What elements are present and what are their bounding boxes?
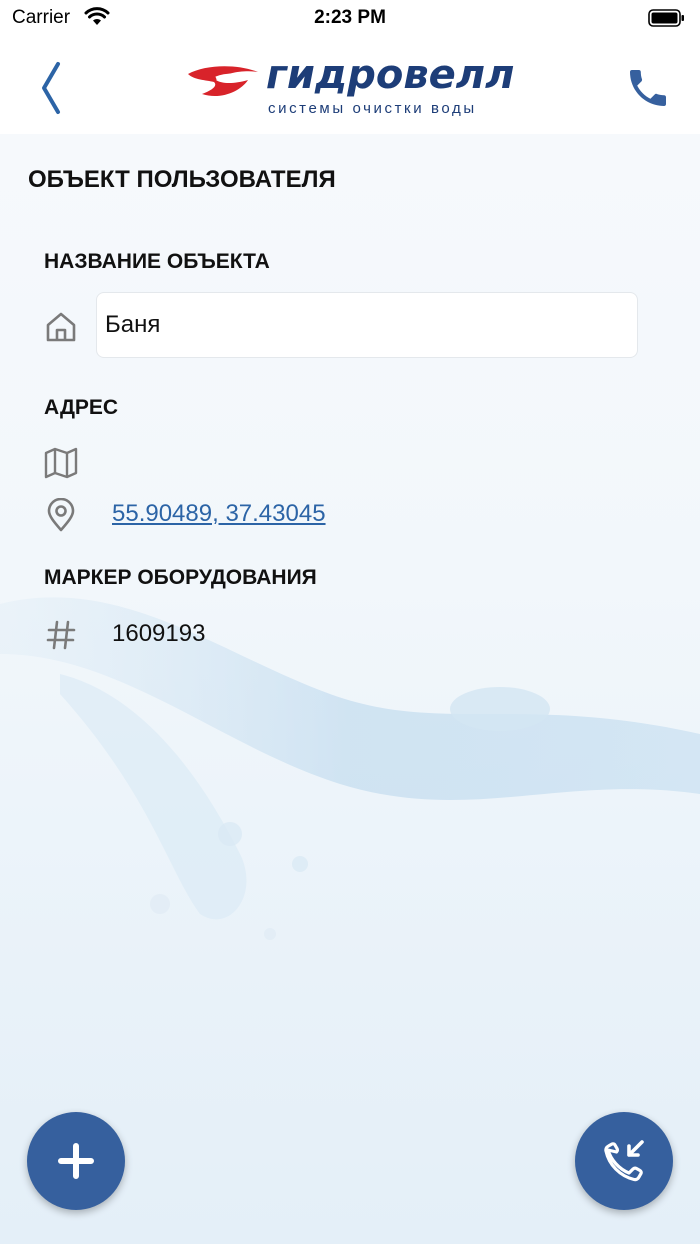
equipment-marker-label: МАРКЕР ОБОРУДОВАНИЯ xyxy=(44,566,317,589)
coordinates-link[interactable]: 55.90489, 37.43045 xyxy=(112,500,326,528)
chevron-left-icon xyxy=(42,62,60,114)
map-icon xyxy=(44,446,78,480)
equipment-marker-value: 1609193 xyxy=(112,620,206,647)
hash-icon xyxy=(44,618,78,652)
object-name-label: НАЗВАНИЕ ОБЪЕКТА xyxy=(44,250,270,273)
incoming-call-icon xyxy=(604,1140,644,1182)
navigation-bar: гидровелл системы очистки воды xyxy=(0,36,700,134)
status-bar: Carrier 2:23 PM xyxy=(0,0,700,36)
phone-icon xyxy=(630,70,666,106)
incoming-call-button[interactable] xyxy=(575,1112,673,1210)
add-button[interactable] xyxy=(27,1112,125,1210)
clock: 2:23 PM xyxy=(314,7,386,28)
location-pin-icon xyxy=(44,497,78,532)
phone-button[interactable] xyxy=(624,64,672,112)
battery-icon xyxy=(648,8,686,34)
object-name-field[interactable]: Баня xyxy=(96,292,638,358)
logo-name: гидровелл xyxy=(266,52,515,98)
logo-tagline: системы очистки воды xyxy=(268,100,477,117)
back-button[interactable] xyxy=(30,58,74,118)
logo-emblem-icon xyxy=(188,66,258,97)
plus-icon xyxy=(58,1143,94,1179)
page-title: ОБЪЕКТ ПОЛЬЗОВАТЕЛЯ xyxy=(28,166,336,193)
home-icon xyxy=(44,310,78,344)
address-label: АДРЕС xyxy=(44,396,119,419)
brand-logo: гидровелл системы очистки воды xyxy=(186,50,516,120)
